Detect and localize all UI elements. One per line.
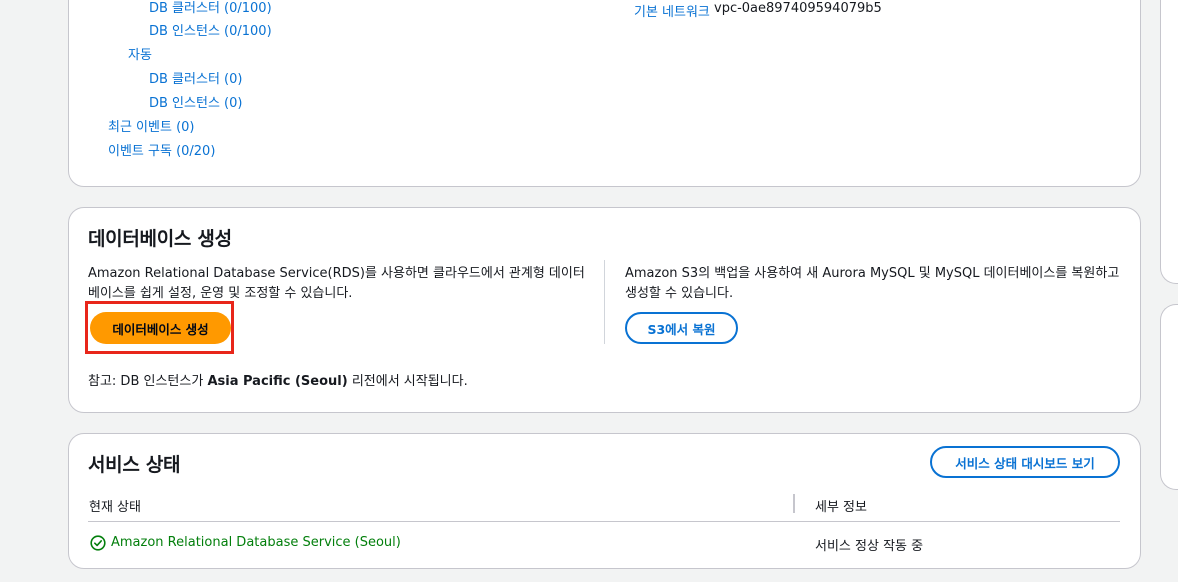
recent-events-link[interactable]: 최근 이벤트 (0) <box>108 116 194 135</box>
db-instances-link[interactable]: DB 인스턴스 (0/100) <box>149 20 272 39</box>
column-header-details: 세부 정보 <box>815 500 867 515</box>
default-network-value: vpc-0ae897409594079b5 <box>714 1 882 16</box>
region-note-prefix: 참고: DB 인스턴스가 <box>88 374 208 389</box>
column-header-divider <box>793 494 795 513</box>
automated-db-clusters-link[interactable]: DB 클러스터 (0) <box>149 68 242 87</box>
create-database-description-line1: Amazon Relational Database Service(RDS)를… <box>88 266 585 281</box>
create-database-title: 데이터베이스 생성 <box>88 228 232 250</box>
restore-description-line1: Amazon S3의 백업을 사용하여 새 Aurora MySQL 및 MyS… <box>625 266 1120 281</box>
create-database-button[interactable]: 데이터베이스 생성 <box>90 312 231 344</box>
service-health-dashboard-button[interactable]: 서비스 상태 대시보드 보기 <box>930 446 1120 478</box>
column-header-current-status: 현재 상태 <box>89 500 141 515</box>
create-database-description-line2: 베이스를 쉽게 설정, 운영 및 조정할 수 있습니다. <box>88 286 353 301</box>
automated-db-instances-link[interactable]: DB 인스턴스 (0) <box>149 92 242 111</box>
service-health-title: 서비스 상태 <box>88 454 181 476</box>
event-subscriptions-link[interactable]: 이벤트 구독 (0/20) <box>108 140 215 159</box>
restore-description-line2: 생성할 수 있습니다. <box>625 286 734 301</box>
column-divider <box>604 260 605 344</box>
automated-link[interactable]: 자동 <box>128 44 152 63</box>
region-name: Asia Pacific (Seoul) <box>207 374 348 389</box>
region-note-suffix: 리전에서 시작됩니다. <box>347 374 468 389</box>
status-service-name: Amazon Relational Database Service (Seou… <box>111 535 401 550</box>
status-ok-icon <box>90 535 106 551</box>
region-note: 참고: DB 인스턴스가 Asia Pacific (Seoul) 리전에서 시… <box>88 370 468 389</box>
side-card-top <box>1160 0 1178 284</box>
default-network-link[interactable]: 기본 네트워크 <box>634 1 710 20</box>
restore-from-s3-button[interactable]: S3에서 복원 <box>625 312 738 344</box>
db-clusters-link[interactable]: DB 클러스터 (0/100) <box>149 0 272 16</box>
status-details: 서비스 정상 작동 중 <box>815 539 924 554</box>
side-card-bottom <box>1160 304 1178 490</box>
table-header-divider <box>88 521 1120 522</box>
